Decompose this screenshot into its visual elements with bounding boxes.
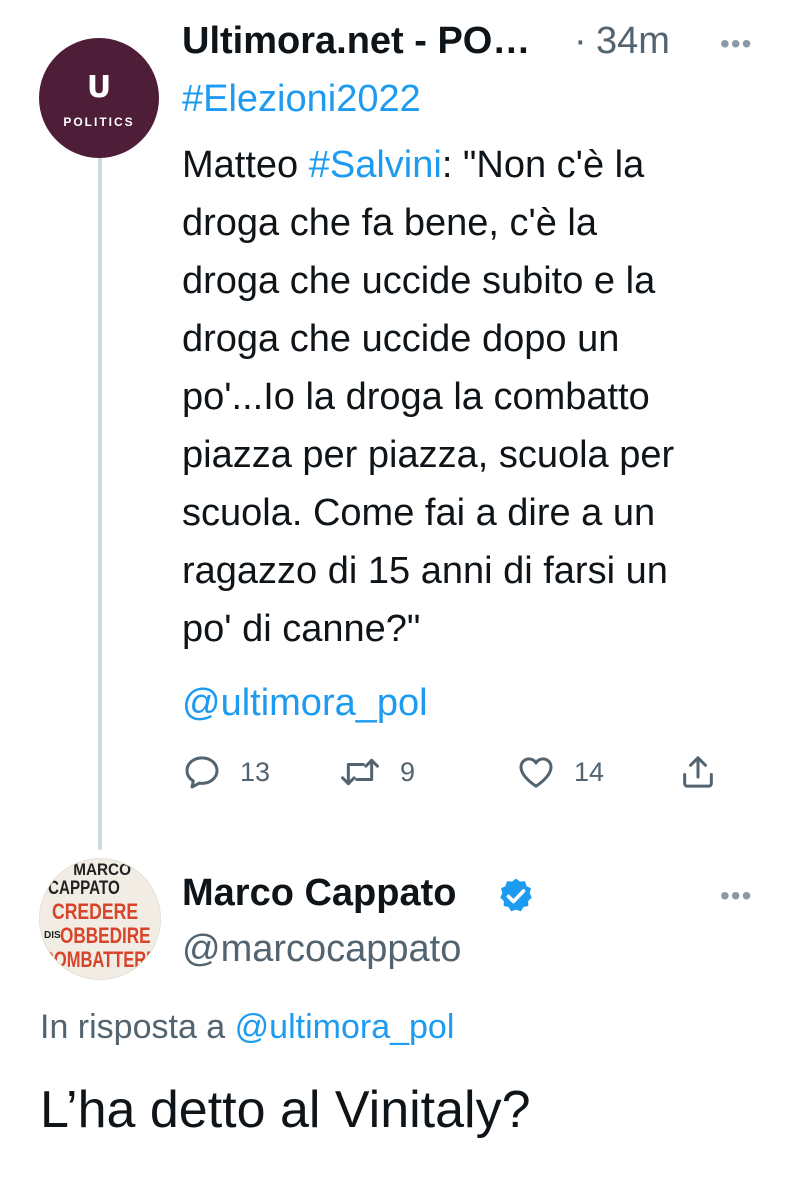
reply-icon: [182, 752, 222, 792]
tweet1-text-part: Matteo: [182, 144, 309, 186]
share-icon: [678, 752, 718, 792]
tweet1-timestamp[interactable]: 34m: [596, 20, 670, 63]
poster-text: DIS: [44, 930, 61, 941]
tweet1-text-line: scuola. Come fai a dire a un: [182, 492, 656, 534]
reply-to-mention-link[interactable]: @ultimora_pol: [235, 1008, 455, 1046]
ultimora-avatar[interactable]: U POLITICS: [39, 38, 159, 158]
tweet2-author-name[interactable]: Marco Cappato: [182, 872, 456, 915]
tweet1-mention-link[interactable]: @ultimora_pol: [182, 682, 428, 725]
tweet1-text-line: droga che uccide dopo un: [182, 318, 620, 360]
verified-badge-icon: [496, 876, 536, 921]
tweet1-hashtag-link[interactable]: #Elezioni2022: [182, 78, 421, 121]
ultimora-logo-label: POLITICS: [63, 115, 135, 129]
tweet1-text-part: : "Non c'è la: [441, 144, 645, 186]
thread-line: [98, 140, 102, 850]
like-button[interactable]: 14: [516, 752, 604, 792]
tweet1-text-line: po' di canne?": [182, 608, 421, 650]
tweet1-text-line: po'...Io la droga la combatto: [182, 376, 650, 418]
tweet1-text-line: ragazzo di 15 anni di farsi un: [182, 550, 668, 592]
reply-button[interactable]: 13: [182, 752, 270, 792]
poster-text: MARCO: [73, 860, 132, 879]
poster-text: CAPPATO: [48, 878, 120, 899]
reply-context: In risposta a @ultimora_pol: [40, 1008, 454, 1047]
reply-count: 13: [240, 756, 271, 787]
tweet2-more-icon[interactable]: •••: [720, 880, 752, 912]
salvini-hashtag-link[interactable]: #Salvini: [309, 144, 442, 186]
retweet-count: 9: [400, 756, 416, 787]
like-count: 14: [574, 756, 605, 787]
tweet1-text: Matteo #Salvini: "Non c'è la droga che f…: [182, 136, 782, 658]
poster-text: CREDERE: [52, 899, 139, 924]
tweet2-text: L’ha detto al Vinitaly?: [40, 1081, 531, 1139]
tweet1-text-line: droga che fa bene, c'è la: [182, 202, 597, 244]
heart-icon: [516, 752, 556, 792]
tweet1-separator: ·: [574, 20, 587, 62]
ultimora-logo: U: [86, 70, 112, 105]
retweet-icon: [338, 752, 382, 792]
tweet1-text-line: droga che uccide subito e la: [182, 260, 656, 302]
marco-cappato-avatar[interactable]: MARCO CAPPATO CREDERE DIS OBBEDIRE COMBA…: [39, 858, 161, 980]
poster-text: OBBEDIRE: [60, 923, 151, 948]
poster-text: COMBATTERE: [42, 947, 158, 972]
reply-prefix: In risposta a: [40, 1008, 235, 1046]
retweet-button[interactable]: 9: [338, 752, 415, 792]
tweet1-text-line: piazza per piazza, scuola per: [182, 434, 675, 476]
tweet2-handle[interactable]: @marcocappato: [182, 928, 461, 971]
tweet1-author-name[interactable]: Ultimora.net - PO…: [182, 20, 530, 63]
tweet1-more-icon[interactable]: •••: [720, 28, 752, 60]
share-button[interactable]: [678, 752, 718, 792]
